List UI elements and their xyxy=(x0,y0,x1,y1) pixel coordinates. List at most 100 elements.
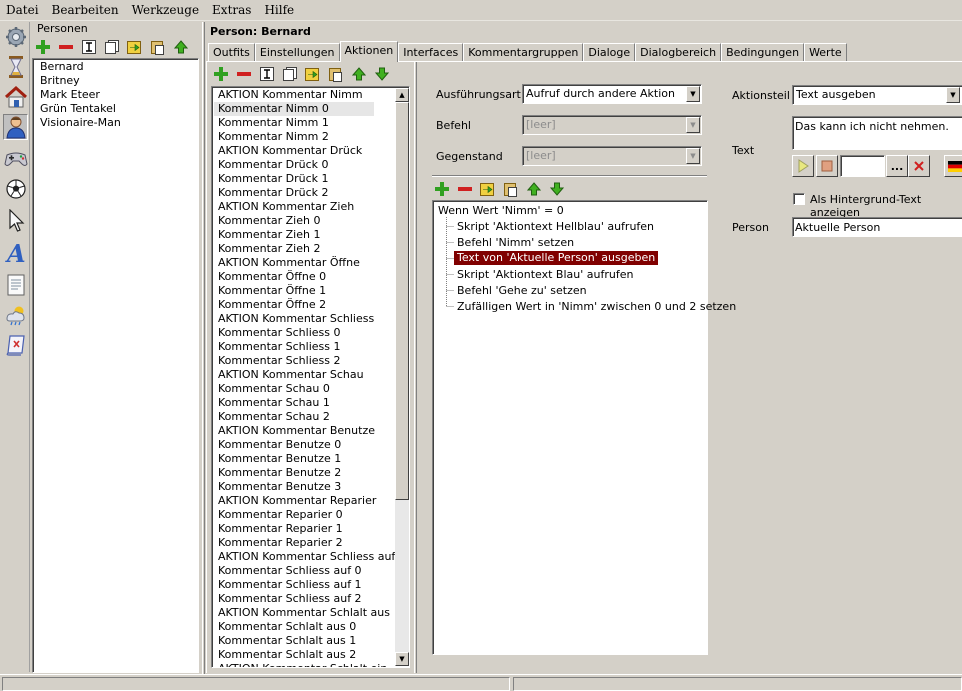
person-input[interactable]: Aktuelle Person xyxy=(792,217,962,237)
tab-bedingungen[interactable]: Bedingungen xyxy=(721,43,805,62)
aktionsteil-select[interactable]: Text ausgeben ▼ xyxy=(792,85,962,105)
menu-extras[interactable]: Extras xyxy=(206,0,258,21)
tab-outfits[interactable]: Outfits xyxy=(208,43,255,62)
import-icon[interactable] xyxy=(478,180,497,198)
action-row[interactable]: Kommentar Schlalt aus 1 xyxy=(214,634,394,648)
import-icon[interactable] xyxy=(303,65,322,83)
ausfuehrungsart-select[interactable]: Aufruf durch andere Aktion ▼ xyxy=(522,84,702,104)
action-row[interactable]: Kommentar Schau 0 xyxy=(214,382,394,396)
move-down-icon[interactable] xyxy=(547,180,566,198)
chevron-down-icon[interactable]: ▼ xyxy=(946,87,960,103)
flag-de-icon[interactable] xyxy=(944,155,962,177)
hourglass-icon[interactable] xyxy=(3,54,28,80)
person-row[interactable]: Visionaire-Man xyxy=(35,116,198,130)
action-row[interactable]: AKTION Kommentar Schau xyxy=(214,368,394,382)
add-icon[interactable] xyxy=(432,180,451,198)
splitter[interactable] xyxy=(414,62,417,673)
copy-icon[interactable] xyxy=(102,38,121,56)
hintergrund-checkbox[interactable] xyxy=(793,193,805,205)
action-row[interactable]: AKTION Kommentar Öffne xyxy=(214,256,394,270)
tree-root[interactable]: Wenn Wert 'Nimm' = 0 xyxy=(438,204,564,218)
more-button[interactable]: ... xyxy=(886,155,908,177)
remove-icon[interactable] xyxy=(234,65,253,83)
action-row[interactable]: AKTION Kommentar Schliess auf xyxy=(214,550,395,564)
stop-icon[interactable] xyxy=(816,155,838,177)
tree-node-selected[interactable]: Text von 'Aktuelle Person' ausgeben xyxy=(454,251,659,265)
action-row[interactable]: AKTION Kommentar Schlalt ein xyxy=(214,662,394,667)
action-row[interactable]: Kommentar Drück 0 xyxy=(214,158,394,172)
action-row[interactable]: AKTION Kommentar Drück xyxy=(214,144,394,158)
action-row[interactable]: Kommentar Schliess auf 1 xyxy=(214,578,394,592)
move-down-icon[interactable] xyxy=(372,65,391,83)
rename-icon[interactable] xyxy=(257,65,276,83)
paste-icon[interactable] xyxy=(148,38,167,56)
document-icon[interactable] xyxy=(3,272,28,298)
action-row[interactable]: Kommentar Zieh 2 xyxy=(214,242,394,256)
paste-icon[interactable] xyxy=(326,65,345,83)
remove-icon[interactable] xyxy=(455,180,474,198)
actions-scrollbar[interactable]: ▲ ▼ xyxy=(395,88,409,666)
tab-werte[interactable]: Werte xyxy=(804,43,847,62)
action-row[interactable]: Kommentar Öffne 2 xyxy=(214,298,394,312)
tab-einstellungen[interactable]: Einstellungen xyxy=(254,43,340,62)
action-row[interactable]: Kommentar Zieh 0 xyxy=(214,214,394,228)
chevron-down-icon[interactable]: ▼ xyxy=(686,86,700,102)
action-row[interactable]: Kommentar Schliess 0 xyxy=(214,326,394,340)
tab-interfaces[interactable]: Interfaces xyxy=(398,43,464,62)
action-row[interactable]: AKTION Kommentar Reparier xyxy=(214,494,394,508)
action-row[interactable]: Kommentar Reparier 2 xyxy=(214,536,394,550)
add-icon[interactable] xyxy=(211,65,230,83)
person-row[interactable]: Grün Tentakel xyxy=(35,102,198,116)
menu-hilfe[interactable]: Hilfe xyxy=(258,0,301,21)
menu-werkzeuge[interactable]: Werkzeuge xyxy=(126,0,206,21)
action-row[interactable]: AKTION Kommentar Nimm xyxy=(214,88,394,102)
weather-icon[interactable] xyxy=(3,302,28,328)
copy-icon[interactable] xyxy=(280,65,299,83)
tree-node[interactable]: Zufälligen Wert in 'Nimm' zwischen 0 und… xyxy=(457,300,736,314)
action-row[interactable]: Kommentar Benutze 1 xyxy=(214,452,394,466)
move-up-icon[interactable] xyxy=(349,65,368,83)
tree-node[interactable]: Skript 'Aktiontext Hellblau' aufrufen xyxy=(457,220,654,234)
action-row[interactable]: AKTION Kommentar Schlalt aus xyxy=(214,606,394,620)
action-row[interactable]: Kommentar Nimm 2 xyxy=(214,130,394,144)
tree-node[interactable]: Skript 'Aktiontext Blau' aufrufen xyxy=(457,268,633,282)
add-icon[interactable] xyxy=(33,38,52,56)
action-row[interactable]: Kommentar Benutze 3 xyxy=(214,480,394,494)
action-row[interactable]: AKTION Kommentar Schliess xyxy=(214,312,394,326)
action-row[interactable]: Kommentar Öffne 1 xyxy=(214,284,394,298)
tree-node[interactable]: Befehl 'Gehe zu' setzen xyxy=(457,284,587,298)
gear-icon[interactable] xyxy=(3,24,28,50)
splitter[interactable] xyxy=(202,22,205,674)
scroll-down-icon[interactable]: ▼ xyxy=(395,652,409,666)
delete-icon[interactable] xyxy=(908,155,930,177)
person-icon[interactable] xyxy=(3,114,28,140)
gamepad-icon[interactable] xyxy=(3,146,28,172)
play-icon[interactable] xyxy=(792,155,814,177)
script-icon[interactable] xyxy=(3,332,28,358)
paste-icon[interactable] xyxy=(501,180,520,198)
move-up-icon[interactable] xyxy=(524,180,543,198)
move-up-icon[interactable] xyxy=(171,38,190,56)
ball-icon[interactable] xyxy=(3,176,28,202)
action-row[interactable]: Kommentar Schau 2 xyxy=(214,410,394,424)
tab-dialoge[interactable]: Dialoge xyxy=(583,43,636,62)
person-row[interactable]: Bernard xyxy=(35,60,198,74)
action-row[interactable]: Kommentar Schliess 2 xyxy=(214,354,394,368)
action-row[interactable]: AKTION Kommentar Benutze xyxy=(214,424,394,438)
scroll-thumb[interactable] xyxy=(395,102,409,500)
action-row[interactable]: Kommentar Drück 1 xyxy=(214,172,394,186)
action-row[interactable]: Kommentar Nimm 1 xyxy=(214,116,394,130)
tree-node[interactable]: Befehl 'Nimm' setzen xyxy=(457,236,574,250)
sound-file-input[interactable] xyxy=(840,155,885,177)
action-row[interactable]: Kommentar Reparier 0 xyxy=(214,508,394,522)
scroll-up-icon[interactable]: ▲ xyxy=(395,88,409,102)
tab-dialogbereich[interactable]: Dialogbereich xyxy=(635,43,722,62)
tab-kommentargruppen[interactable]: Kommentargruppen xyxy=(463,43,584,62)
action-row-selected[interactable]: Kommentar Nimm 0 xyxy=(214,102,374,116)
action-row[interactable]: Kommentar Benutze 2 xyxy=(214,466,394,480)
text-input[interactable]: Das kann ich nicht nehmen. xyxy=(792,116,962,150)
action-row[interactable]: Kommentar Schliess 1 xyxy=(214,340,394,354)
action-row[interactable]: Kommentar Schlalt aus 0 xyxy=(214,620,394,634)
house-icon[interactable] xyxy=(3,84,28,110)
action-row[interactable]: Kommentar Drück 2 xyxy=(214,186,394,200)
